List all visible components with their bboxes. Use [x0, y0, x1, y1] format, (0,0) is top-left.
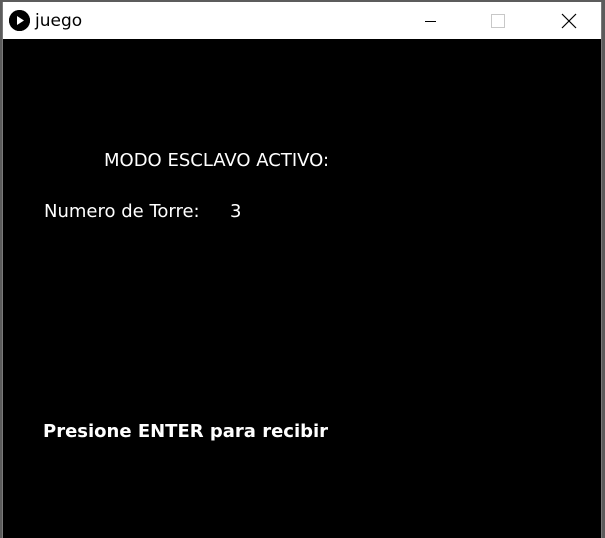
minimize-button[interactable] [407, 2, 453, 39]
title-bar[interactable]: juego [3, 2, 601, 39]
close-button[interactable] [544, 2, 590, 39]
enter-prompt-text: Presione ENTER para recibir [43, 421, 329, 442]
game-canvas[interactable]: MODO ESCLAVO ACTIVO: Numero de Torre: 3 … [3, 39, 601, 538]
app-window: juego MODO ESCLAVO ACTIVO: Numero de Tor… [2, 2, 602, 538]
play-icon [9, 10, 30, 31]
mode-status-text: MODO ESCLAVO ACTIVO: [104, 150, 330, 171]
window-title: juego [35, 11, 83, 31]
close-icon [561, 13, 577, 29]
tower-number-label: Numero de Torre: [44, 201, 200, 222]
maximize-icon [491, 14, 505, 28]
maximize-button[interactable] [475, 2, 521, 39]
tower-number-value: 3 [230, 201, 242, 222]
minimize-icon [425, 21, 436, 22]
